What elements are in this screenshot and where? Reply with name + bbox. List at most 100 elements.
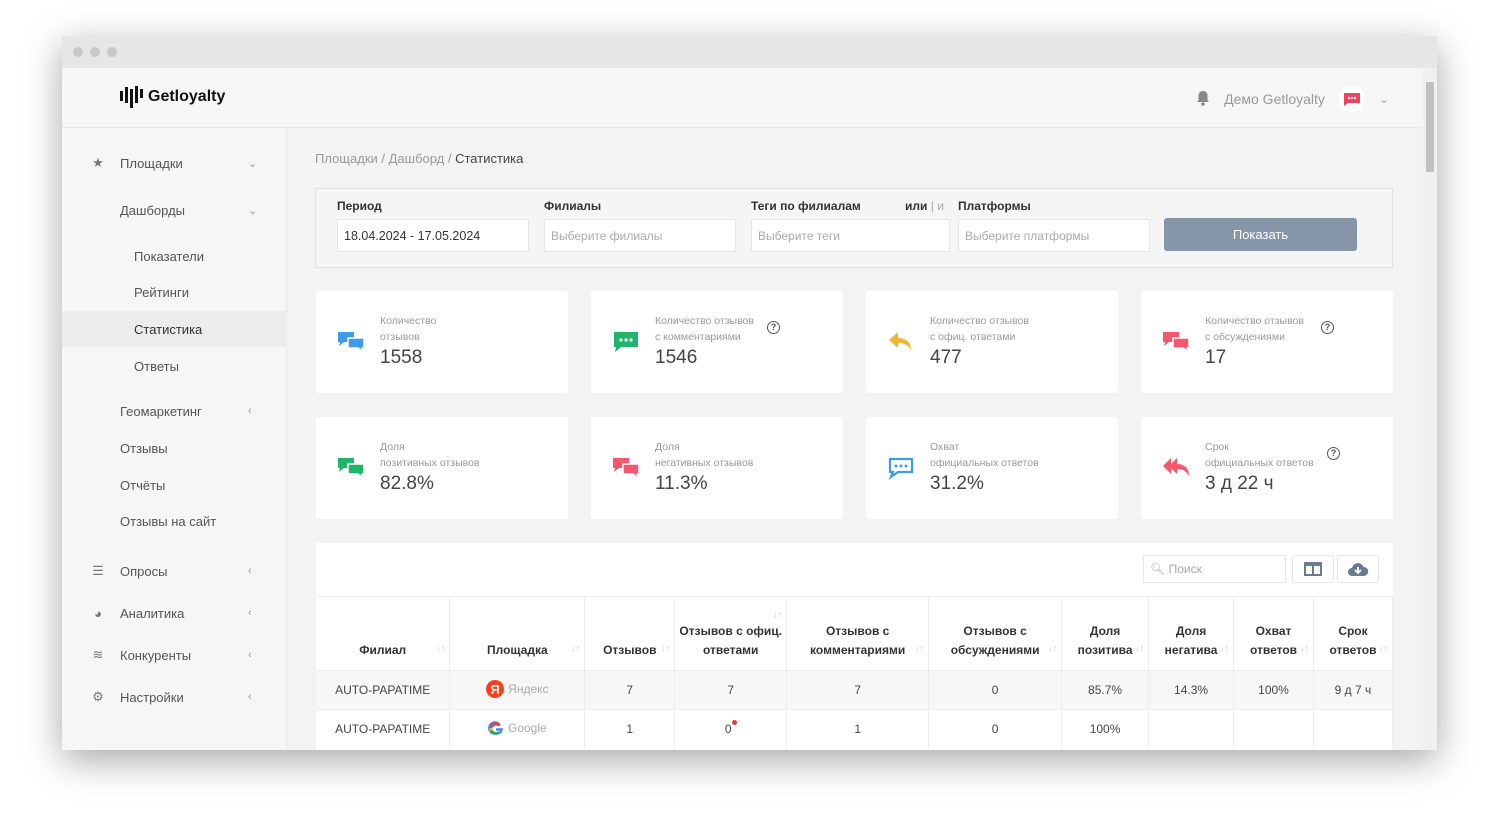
tags-label: Теги по филиалам [751,199,861,213]
user-name[interactable]: Демо Getloyalty [1224,91,1325,107]
sort-icon[interactable]: ↓↑ [773,605,782,624]
stat-label: Количество отзывов [380,315,437,343]
tags-mode-toggle[interactable]: или | и [905,199,944,213]
gear-icon: ⚙ [92,689,104,704]
column-header[interactable]: Отзывов ↓↑ [584,596,676,671]
table-cell: 0 [928,709,1063,749]
column-header[interactable]: Доля негатива ↓↑ [1148,596,1235,671]
sidebar-item[interactable]: ⚙ Настройки ‹ [62,679,287,715]
sidebar-item-label: Дашборды [120,202,185,218]
sidebar-item[interactable]: Статистика [62,311,287,347]
sidebar-item[interactable]: Ответы [62,348,287,384]
bell-icon[interactable] [1196,90,1210,109]
sort-icon[interactable]: ↓↑ [661,639,670,658]
stat-card: Доля негативных отзывов 11.3% [591,417,843,519]
sidebar-item[interactable]: Рейтинги [62,274,287,310]
column-header[interactable]: Отзывов с обсуждениями ↓↑ [928,596,1063,671]
column-header[interactable]: Отзывов с комментариями ↓↑ [786,596,930,671]
sidebar-item[interactable]: Дашборды ⌄ [62,192,287,228]
sort-icon[interactable]: ↓↑ [1300,639,1309,658]
sidebar-item[interactable]: ☰ Опросы ‹ [62,553,287,589]
window-minimize-dot[interactable] [90,47,100,57]
search-input[interactable]: 🔍︎ Поиск [1143,555,1286,583]
sidebar-item-label: Отчёты [120,477,166,493]
column-header[interactable]: Филиал ↓↑ [316,596,451,671]
table-cell: 85.7% [1061,670,1150,710]
filters-panel: Период 18.04.2024 - 17.05.2024 Филиалы В… [315,188,1393,268]
stat-value: 1546 [655,347,698,368]
download-button[interactable] [1337,555,1379,583]
sidebar-item-label: Аналитика [120,605,185,621]
sort-icon[interactable]: ↓↑ [436,639,445,658]
sidebar-item-label: Статистика [134,321,203,337]
sort-icon[interactable]: ↓↑ [1220,639,1229,658]
sidebar-item[interactable]: ★ Площадки ⌄ [62,145,287,181]
stat-label: Доля позитивных отзывов [380,441,480,469]
period-input[interactable]: 18.04.2024 - 17.05.2024 [337,219,529,252]
sidebar-item[interactable]: ≋ Конкуренты ‹ [62,637,287,673]
table-cell: 14.3% [1148,670,1235,710]
chevron-down-icon: ⌄ [248,204,258,217]
column-header[interactable]: Отзывов с офиц. ответами ↓↑ [674,596,788,671]
table-cell: Я Яндекс [449,670,586,710]
sidebar-item[interactable]: Показатели [62,238,287,274]
sort-icon[interactable]: ↓↑ [1379,639,1388,658]
help-icon[interactable]: ? [767,321,780,334]
table-cell: 0 [674,709,788,749]
window-maximize-dot[interactable] [107,47,117,57]
sidebar-item[interactable]: Геомаркетинг ‹ [62,393,287,429]
column-header[interactable]: Площадка ↓↑ [449,596,586,671]
sidebar-item[interactable]: ◕ Аналитика ‹ [62,595,287,631]
table-cell: 100% [1061,709,1150,749]
column-header[interactable]: Охват ответов ↓↑ [1233,596,1314,671]
columns-toggle-button[interactable] [1292,555,1334,583]
stat-label: Охват официальных ответов [930,441,1039,469]
table-row[interactable]: AUTO-PAPATIME Google 1 0 1 0 100% [316,709,1394,749]
sidebar-item[interactable]: Отзывы на сайт [62,503,287,539]
scrollbar[interactable] [1423,68,1437,750]
logo[interactable]: Getloyalty [120,86,225,108]
title-bar [62,36,1437,68]
sidebar-item[interactable]: Отзывы [62,430,287,466]
help-icon[interactable]: ? [1327,447,1340,460]
logo-icon [120,86,143,108]
breadcrumb-item[interactable]: Площадки [315,151,378,166]
stat-label: Срок официальных ответов [1205,441,1314,469]
stat-value: 3 д 22 ч [1205,473,1274,494]
comment-outline-icon [888,457,914,481]
stat-label: Количество отзывов с офиц. ответами [930,315,1029,343]
statistics-table-panel: 🔍︎ Поиск Филиал ↓↑ Площадка ↓↑ Отзывов ↓↑ Отзы… [316,543,1394,750]
tags-select[interactable]: Выберите теги [751,219,950,252]
cloud-download-icon [1348,563,1369,576]
sidebar-item[interactable]: Отчёты [62,467,287,503]
platforms-select[interactable]: Выберите платформы [958,219,1150,252]
window-close-dot[interactable] [73,47,83,57]
browser-window: Getloyalty Демо Getloyalty ⌄ ★ Площадки ⌄ Д… [62,36,1437,750]
sort-icon[interactable]: ↓↑ [1048,639,1057,658]
sort-icon[interactable]: ↓↑ [1135,639,1144,658]
stat-value: 31.2% [930,473,984,494]
layers-icon: ≋ [92,647,104,662]
statistics-table: Филиал ↓↑ Площадка ↓↑ Отзывов ↓↑ Отзывов с офи… [316,596,1394,749]
branches-select[interactable]: Выберите филиалы [544,219,736,252]
breadcrumb-item[interactable]: Дашборд [389,151,445,166]
scrollbar-thumb[interactable] [1426,82,1434,172]
show-button[interactable]: Показать [1164,218,1357,251]
sort-icon[interactable]: ↓↑ [571,639,580,658]
table-row[interactable]: AUTO-PAPATIME Я Яндекс 7 7 7 0 85.7% 14.3% 100% 9 … [316,670,1394,710]
column-header[interactable]: Доля позитива ↓↑ [1061,596,1150,671]
avatar[interactable] [1338,86,1365,112]
breadcrumb-current: Статистика [455,151,524,166]
chat-bubbles-icon [1163,332,1190,354]
sort-icon[interactable]: ↓↑ [915,639,924,658]
stat-card: Количество отзывов 1558 [316,291,568,393]
chevron-down-icon[interactable]: ⌄ [1379,92,1389,106]
chevron-left-icon: ‹ [248,565,252,577]
help-icon[interactable]: ? [1321,321,1334,334]
sidebar-item-label: Геомаркетинг [120,403,202,419]
column-header[interactable]: Срок ответов ↓↑ [1313,596,1394,671]
table-cell: 7 [786,670,930,710]
stat-card: Охват официальных ответов 31.2% [866,417,1118,519]
yandex-logo-icon: Я [486,679,505,698]
table-cell: 7 [674,670,788,710]
